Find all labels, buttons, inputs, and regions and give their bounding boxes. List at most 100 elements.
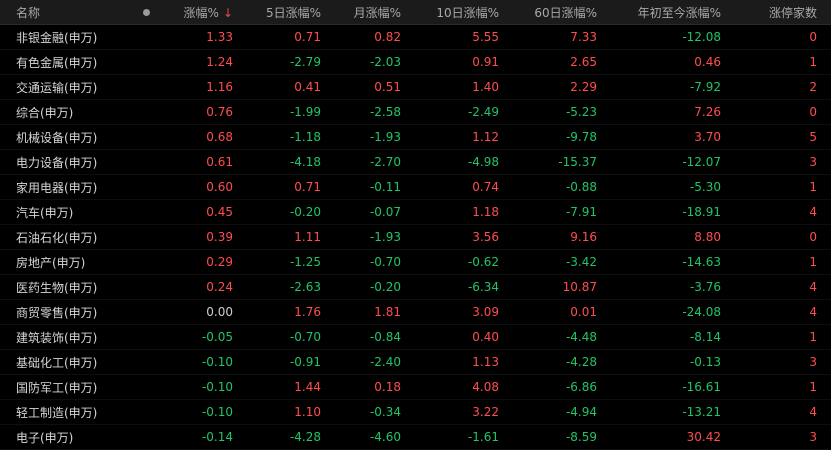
table-row[interactable]: 汽车(申万) 0.45 -0.20 -0.07 1.18 -7.91 -18.91 4: [0, 200, 831, 225]
row-value-4: 3.56: [472, 230, 499, 244]
table-row[interactable]: 商贸零售(申万) 0.00 1.76 1.81 3.09 0.01 -24.08 4: [0, 300, 831, 325]
row-value-2: -4.18: [289, 155, 321, 169]
row-value-4: -0.62: [467, 255, 499, 269]
row-value-6: -3.76: [689, 280, 721, 294]
row-value-2: -2.63: [289, 280, 321, 294]
row-value-6: -12.08: [682, 30, 721, 44]
row-value-3: -2.58: [369, 105, 401, 119]
row-value-7: 4: [809, 405, 817, 419]
row-value-2: 0.71: [294, 30, 321, 44]
row-value-3: -1.93: [369, 130, 401, 144]
row-value-7: 4: [809, 205, 817, 219]
table-row[interactable]: 房地产(申万) 0.29 -1.25 -0.70 -0.62 -3.42 -14.63 1: [0, 250, 831, 275]
row-value-3: -2.40: [369, 355, 401, 369]
row-value-3: -0.34: [369, 405, 401, 419]
table-row[interactable]: 家用电器(申万) 0.60 0.71 -0.11 0.74 -0.88 -5.30 1: [0, 175, 831, 200]
table-row[interactable]: 轻工制造(申万) -0.10 1.10 -0.34 3.22 -4.94 -13.21 4: [0, 400, 831, 425]
row-value-1: 0.29: [206, 255, 233, 269]
table-row[interactable]: 医药生物(申万) 0.24 -2.63 -0.20 -6.34 10.87 -3.76 4: [0, 275, 831, 300]
row-value-3: 0.18: [374, 380, 401, 394]
header-dot[interactable]: [135, 5, 157, 19]
row-value-2: 1.44: [294, 380, 321, 394]
row-value-6: 3.70: [694, 130, 721, 144]
row-value-2: 1.11: [294, 230, 321, 244]
row-value-5: 2.29: [570, 80, 597, 94]
table-row[interactable]: 基础化工(申万) -0.10 -0.91 -2.40 1.13 -4.28 -0.13 3: [0, 350, 831, 375]
table-body: 非银金融(申万) 1.33 0.71 0.82 5.55 7.33 -12.08 0 有色金属(…: [0, 25, 831, 450]
row-value-3: -0.20: [369, 280, 401, 294]
row-value-5: -9.78: [565, 130, 597, 144]
row-value-5: 10.87: [562, 280, 597, 294]
row-value-1: 0.24: [206, 280, 233, 294]
table-row[interactable]: 有色金属(申万) 1.24 -2.79 -2.03 0.91 2.65 0.46 1: [0, 50, 831, 75]
row-value-7: 1: [809, 55, 817, 69]
row-name: 基础化工(申万): [16, 355, 98, 370]
row-value-7: 1: [809, 255, 817, 269]
row-value-7: 0: [809, 105, 817, 119]
row-value-6: 0.46: [694, 55, 721, 69]
row-value-3: 0.82: [374, 30, 401, 44]
row-value-3: -0.84: [369, 330, 401, 344]
row-value-1: 0.00: [206, 305, 233, 319]
row-value-3: -0.70: [369, 255, 401, 269]
row-name: 商贸零售(申万): [16, 305, 98, 320]
table-row[interactable]: 电子(申万) -0.14 -4.28 -4.60 -1.61 -8.59 30.42 3: [0, 425, 831, 450]
row-value-4: 1.18: [472, 205, 499, 219]
header-60d[interactable]: 60日涨幅%: [505, 4, 603, 21]
row-value-2: -2.79: [289, 55, 321, 69]
row-value-4: 1.12: [472, 130, 499, 144]
row-value-2: -1.18: [289, 130, 321, 144]
row-name: 有色金属(申万): [16, 55, 98, 70]
table-header: 名称 涨幅% ↓ 5日涨幅% 月涨幅% 10日涨幅% 60日涨幅% 年初至今涨幅%…: [0, 0, 831, 25]
row-name: 医药生物(申万): [16, 280, 98, 295]
row-value-1: 0.39: [206, 230, 233, 244]
row-value-5: -4.28: [565, 355, 597, 369]
row-value-4: 4.08: [472, 380, 499, 394]
row-value-1: -0.14: [201, 430, 233, 444]
header-name[interactable]: 名称: [0, 4, 135, 21]
row-value-3: -1.93: [369, 230, 401, 244]
row-value-6: -8.14: [689, 330, 721, 344]
row-value-5: -4.94: [565, 405, 597, 419]
row-value-3: 1.81: [374, 305, 401, 319]
row-value-7: 3: [809, 355, 817, 369]
header-5d[interactable]: 5日涨幅%: [239, 4, 327, 21]
row-value-7: 3: [809, 430, 817, 444]
row-value-3: -2.70: [369, 155, 401, 169]
row-name: 电子(申万): [16, 430, 74, 445]
row-value-7: 5: [809, 130, 817, 144]
row-name: 国防军工(申万): [16, 380, 98, 395]
row-value-7: 4: [809, 280, 817, 294]
row-value-4: 0.91: [472, 55, 499, 69]
header-10d[interactable]: 10日涨幅%: [407, 4, 505, 21]
header-ytd[interactable]: 年初至今涨幅%: [603, 4, 727, 21]
table-row[interactable]: 石油石化(申万) 0.39 1.11 -1.93 3.56 9.16 8.80 0: [0, 225, 831, 250]
row-value-2: 0.41: [294, 80, 321, 94]
table-row[interactable]: 国防军工(申万) -0.10 1.44 0.18 4.08 -6.86 -16.61 1: [0, 375, 831, 400]
row-value-1: 0.76: [206, 105, 233, 119]
row-value-7: 0: [809, 230, 817, 244]
row-value-4: 3.22: [472, 405, 499, 419]
table-row[interactable]: 综合(申万) 0.76 -1.99 -2.58 -2.49 -5.23 7.26 0: [0, 100, 831, 125]
header-month[interactable]: 月涨幅%: [327, 4, 407, 21]
table-row[interactable]: 交通运输(申万) 1.16 0.41 0.51 1.40 2.29 -7.92 2: [0, 75, 831, 100]
row-value-7: 0: [809, 30, 817, 44]
table-row[interactable]: 建筑装饰(申万) -0.05 -0.70 -0.84 0.40 -4.48 -8.14 1: [0, 325, 831, 350]
table-row[interactable]: 电力设备(申万) 0.61 -4.18 -2.70 -4.98 -15.37 -12.07 3: [0, 150, 831, 175]
table-row[interactable]: 非银金融(申万) 1.33 0.71 0.82 5.55 7.33 -12.08 0: [0, 25, 831, 50]
row-value-3: 0.51: [374, 80, 401, 94]
row-value-6: -13.21: [682, 405, 721, 419]
row-value-4: 3.09: [472, 305, 499, 319]
row-value-1: -0.10: [201, 355, 233, 369]
row-value-5: -0.88: [565, 180, 597, 194]
row-value-4: -1.61: [467, 430, 499, 444]
row-value-7: 4: [809, 305, 817, 319]
header-change[interactable]: 涨幅% ↓: [157, 4, 239, 21]
row-value-6: -7.92: [689, 80, 721, 94]
row-value-6: -24.08: [682, 305, 721, 319]
row-value-2: -0.91: [289, 355, 321, 369]
table-row[interactable]: 机械设备(申万) 0.68 -1.18 -1.93 1.12 -9.78 3.70 5: [0, 125, 831, 150]
row-value-7: 2: [809, 80, 817, 94]
header-limit-up[interactable]: 涨停家数: [727, 4, 823, 21]
row-value-6: 7.26: [694, 105, 721, 119]
